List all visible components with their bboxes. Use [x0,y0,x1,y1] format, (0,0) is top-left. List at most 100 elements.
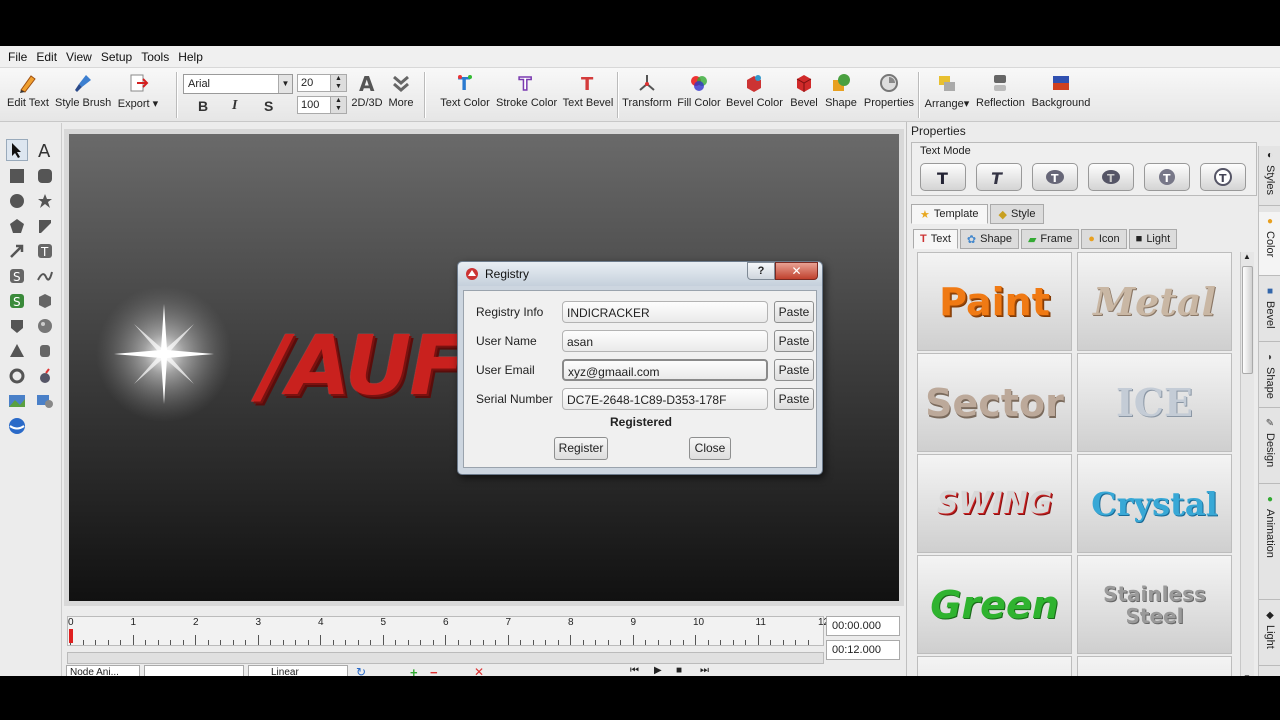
text-box-tool-icon[interactable]: T [34,240,56,262]
style-brush-button[interactable]: Style Brush [55,72,111,118]
scrollbar-thumb[interactable] [1242,266,1253,374]
arrange-button[interactable]: Arrange▾ [922,72,972,118]
text-mode-flat-button[interactable]: T [920,163,966,191]
template-scrollbar[interactable]: ▲ ▼ [1240,252,1254,676]
italic-button[interactable]: I [232,98,237,114]
transform-button[interactable]: Transform [621,72,673,118]
bevel-color-button[interactable]: Bevel Color [726,72,783,118]
rewind-icon[interactable]: ⏮ [630,665,639,676]
font-size-stepper[interactable]: 20 ▲ ▼ [297,74,347,92]
help-button[interactable]: ? [747,262,775,280]
template-paint[interactable]: Paint [917,252,1072,351]
template-crystal[interactable]: Crystal [1077,454,1232,553]
template-tile[interactable] [1077,656,1232,676]
stroke-color-button[interactable]: T Stroke Color [496,72,557,118]
side-tab-styles[interactable]: ◐ Styles [1259,146,1280,206]
shield-tool-icon[interactable] [6,315,28,337]
playhead-marker[interactable] [69,629,73,643]
subtab-frame[interactable]: ▰ Frame [1020,229,1080,249]
rectangle-tool-icon[interactable] [6,165,28,187]
menu-file[interactable]: File [8,50,27,64]
template-tile[interactable] [917,656,1072,676]
bomb-tool-icon[interactable] [34,365,56,387]
pentagon-tool-icon[interactable] [6,215,28,237]
text-mode-round-button[interactable]: T [1032,163,1078,191]
text-tool-icon[interactable]: A [34,139,56,161]
scroll-down-icon[interactable]: ▼ [1243,673,1251,676]
image-tool-icon[interactable] [6,390,28,412]
timeline-ruler[interactable]: 0 1 2 3 4 5 6 7 8 9 10 11 12 [67,616,829,646]
subtab-shape[interactable]: ✿ Shape [959,229,1019,249]
globe-tool-icon[interactable] [6,415,28,437]
delete-icon[interactable]: ✕ [474,665,484,676]
cylinder-tool-icon[interactable] [34,340,56,362]
text-mode-extrude-button[interactable]: T [976,163,1022,191]
menu-edit[interactable]: Edit [36,50,57,64]
subtab-light[interactable]: ■ Light [1128,229,1178,249]
menu-view[interactable]: View [66,50,92,64]
subtab-icon[interactable]: ● Icon [1081,229,1127,249]
side-tab-shape[interactable]: ◗ Shape [1259,348,1280,408]
add-keyframe-icon[interactable]: + [410,665,418,676]
side-tab-design[interactable]: ✎ Design [1259,414,1280,484]
menu-help[interactable]: Help [178,50,203,64]
s-shape-tool-icon[interactable]: S [6,265,28,287]
fill-color-button[interactable]: Fill Color [677,72,721,118]
registry-info-field[interactable]: INDICRACKER [562,301,768,323]
stepper-arrows-icon[interactable]: ▲ ▼ [330,97,346,113]
template-swing[interactable]: SWING [917,454,1072,553]
paste-serial-number-button[interactable]: Paste [774,388,814,410]
remove-keyframe-icon[interactable]: − [430,665,438,676]
timeline-scrollbar[interactable] [67,652,824,664]
template-ice[interactable]: ICE [1077,353,1232,452]
properties-button[interactable]: Properties [863,72,915,118]
current-time-field[interactable]: 00:00.000 [826,616,900,636]
cube-tool-icon[interactable] [34,290,56,312]
tab-template[interactable]: ★ Template [911,204,988,224]
select-tool-icon[interactable] [6,139,28,161]
dialog-titlebar[interactable]: Registry ? ✕ [458,262,822,286]
template-stainless-steel[interactable]: Stainless Steel [1077,555,1232,654]
ring-tool-icon[interactable] [6,365,28,387]
ellipse-tool-icon[interactable] [6,190,28,212]
forward-icon[interactable]: ⏭ [700,665,709,676]
side-tab-light[interactable]: ◆ Light [1259,606,1280,666]
easing-select[interactable]: Linear [248,665,348,676]
total-time-field[interactable]: 00:12.000 [826,640,900,660]
cone-tool-icon[interactable] [6,340,28,362]
node-anim-select[interactable]: Node Ani... [66,665,140,676]
shape-button[interactable]: Shape [824,72,858,118]
play-icon[interactable]: ▶ [654,665,662,676]
register-button[interactable]: Register [554,437,608,460]
scroll-up-icon[interactable]: ▲ [1243,252,1251,261]
stepper-arrows-icon[interactable]: ▲ ▼ [330,75,346,91]
canvas-3d-text[interactable]: /AUF [259,319,465,414]
font-name-select[interactable]: Arial ▼ [183,74,293,94]
curve-tool-icon[interactable] [34,265,56,287]
menu-tools[interactable]: Tools [141,50,169,64]
user-name-field[interactable]: asan [562,330,768,352]
text-mode-sphere-button[interactable]: T [1144,163,1190,191]
template-green[interactable]: Green [917,555,1072,654]
text-mode-cylinder-button[interactable]: T [1088,163,1134,191]
template-metal[interactable]: Metal [1077,252,1232,351]
stop-icon[interactable]: ■ [676,665,682,676]
text-bevel-button[interactable]: T Text Bevel [561,72,615,118]
more-button[interactable]: More [386,72,416,118]
menu-setup[interactable]: Setup [101,50,132,64]
reflection-button[interactable]: Reflection [976,72,1025,118]
tab-style[interactable]: ◆ Style [989,204,1045,224]
shadow-button[interactable]: S [264,98,273,114]
rounded-rect-tool-icon[interactable] [34,165,56,187]
paste-user-email-button[interactable]: Paste [774,359,814,381]
2d3d-button[interactable]: A 2D/3D [350,72,384,118]
refresh-icon[interactable]: ↻ [356,665,366,676]
wedge-tool-icon[interactable] [34,215,56,237]
export-button[interactable]: Export ▾ [116,72,160,118]
bold-button[interactable]: B [198,98,208,114]
side-tab-color[interactable]: ● Color [1259,212,1280,276]
bevel-button[interactable]: Bevel [788,72,820,118]
chevron-down-icon[interactable]: ▼ [278,75,292,93]
text-mode-ring-button[interactable]: T [1200,163,1246,191]
user-email-field[interactable]: xyz@gmaail.com [562,359,768,381]
